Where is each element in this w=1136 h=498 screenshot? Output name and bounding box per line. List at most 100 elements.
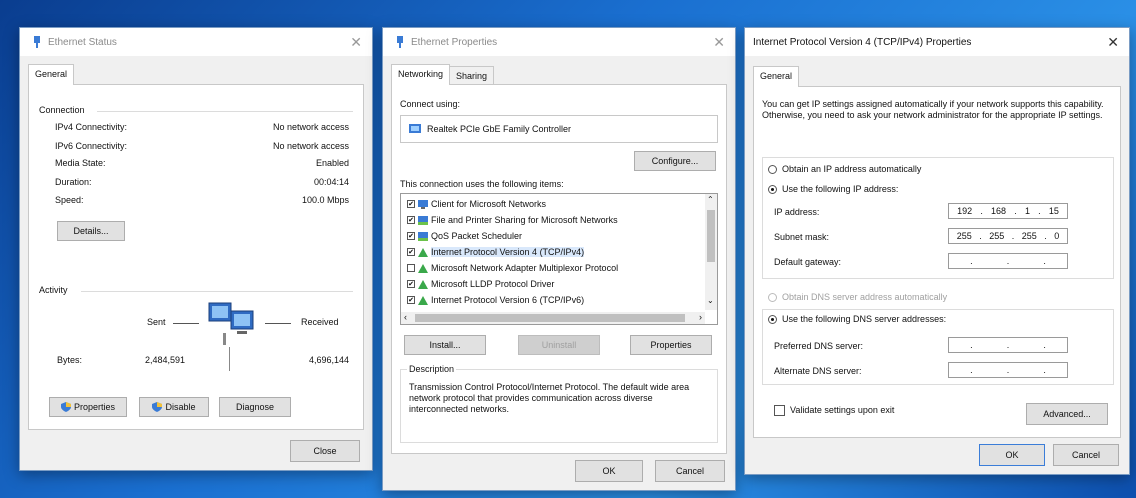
list-item[interactable]: ✔ Microsoft LLDP Protocol Driver (407, 278, 554, 290)
items-list[interactable]: ✔ Client for Microsoft Networks ✔ File a… (400, 193, 718, 325)
manual-dns-radio[interactable] (768, 315, 777, 324)
manual-ip-radio[interactable] (768, 185, 777, 194)
item-label: File and Printer Sharing for Microsoft N… (431, 215, 618, 225)
cancel-button[interactable]: Cancel (655, 460, 725, 482)
bytes-sent-value: 2,484,591 (144, 355, 185, 365)
protocol-icon (418, 263, 428, 273)
checkbox[interactable]: ✔ (407, 280, 415, 288)
scroll-right-icon[interactable]: › (699, 312, 702, 322)
window-title: Ethernet Properties (411, 36, 498, 48)
preferred-dns-field[interactable]: ... (948, 337, 1068, 353)
horizontal-scrollbar[interactable]: ‹ › (401, 312, 705, 324)
list-item-selected[interactable]: ✔ Internet Protocol Version 4 (TCP/IPv4) (407, 246, 585, 258)
octet-dot: . (980, 206, 983, 216)
sent-label: Sent (147, 317, 166, 327)
list-item[interactable]: ✔ Client for Microsoft Networks (407, 198, 546, 210)
network-client-icon (418, 199, 428, 209)
scroll-down-icon[interactable]: ⌄ (707, 296, 714, 305)
sent-line (173, 323, 199, 324)
ipv4-connectivity-label: IPv4 Connectivity: (55, 122, 128, 132)
connection-group-label: Connection (39, 105, 85, 115)
close-icon[interactable]: ✕ (713, 34, 725, 51)
checkbox[interactable]: ✔ (407, 248, 415, 256)
alternate-dns-field[interactable]: ... (948, 362, 1068, 378)
octet-dot: . (970, 256, 973, 266)
ip-address-field[interactable]: 192. 168. 1. 15 (948, 203, 1068, 219)
cancel-button[interactable]: Cancel (1053, 444, 1119, 466)
title-bar[interactable]: Ethernet Properties ✕ (383, 28, 735, 56)
properties-button[interactable]: Properties (49, 397, 127, 417)
configure-button[interactable]: Configure... (634, 151, 716, 171)
speed-label: Speed: (55, 195, 84, 205)
octet-dot: . (970, 365, 973, 375)
subnet-mask-field[interactable]: 255. 255. 255. 0 (948, 228, 1068, 244)
item-label: Microsoft LLDP Protocol Driver (431, 279, 555, 289)
scroll-left-icon[interactable]: ‹ (404, 312, 407, 322)
properties-button[interactable]: Properties (630, 335, 712, 355)
install-button[interactable]: Install... (404, 335, 486, 355)
octet-dot: . (1043, 340, 1046, 350)
ok-button[interactable]: OK (575, 460, 643, 482)
protocol-icon (418, 279, 428, 289)
connect-using-label: Connect using: (400, 99, 461, 109)
title-bar[interactable]: Internet Protocol Version 4 (TCP/IPv4) P… (745, 28, 1129, 56)
list-item[interactable]: ✔ File and Printer Sharing for Microsoft… (407, 214, 618, 226)
ip-octet: 1 (1024, 206, 1030, 216)
checkbox[interactable]: ✔ (407, 200, 415, 208)
list-item[interactable]: ✔ QoS Packet Scheduler (407, 230, 522, 242)
scroll-thumb[interactable] (707, 210, 715, 262)
tab-general[interactable]: General (28, 64, 75, 85)
validate-checkbox[interactable] (774, 405, 785, 416)
list-item[interactable]: Microsoft Network Adapter Multiplexor Pr… (407, 262, 618, 274)
subnet-label: Subnet mask: (774, 232, 830, 242)
protocol-icon (418, 295, 428, 305)
close-icon[interactable]: ✕ (1107, 34, 1119, 51)
network-service-icon (418, 215, 428, 225)
octet-dot: . (970, 340, 973, 350)
item-label: QoS Packet Scheduler (431, 231, 523, 241)
general-panel: You can get IP settings assigned automat… (753, 86, 1121, 438)
window-title: Ethernet Status (48, 36, 117, 48)
divider (229, 347, 230, 371)
item-label: Internet Protocol Version 6 (TCP/IPv6) (431, 295, 585, 305)
tab-general[interactable]: General (753, 66, 800, 87)
disable-button[interactable]: Disable (139, 397, 209, 417)
ok-button[interactable]: OK (979, 444, 1045, 466)
auto-dns-radio (768, 293, 777, 302)
checkbox[interactable]: ✔ (407, 296, 415, 304)
manual-ip-label[interactable]: Use the following IP address: (782, 184, 898, 194)
validate-label[interactable]: Validate settings upon exit (790, 405, 894, 415)
ip-octet: 168 (991, 206, 1007, 216)
ethernet-icon (34, 36, 40, 48)
checkbox[interactable]: ✔ (407, 232, 415, 240)
scroll-up-icon[interactable]: ⌃ (707, 195, 714, 204)
description-label: Description (407, 364, 457, 374)
checkbox[interactable]: ✔ (407, 216, 415, 224)
ip-octet: 255 (1021, 231, 1037, 241)
details-button[interactable]: Details... (57, 221, 125, 241)
diagnose-button[interactable]: Diagnose (219, 397, 291, 417)
shield-icon (152, 402, 163, 412)
vertical-scrollbar[interactable]: ⌃ ⌄ (705, 194, 717, 310)
title-bar[interactable]: Ethernet Status ✕ (20, 28, 372, 56)
close-button[interactable]: Close (290, 440, 360, 462)
tab-networking[interactable]: Networking (391, 64, 451, 85)
divider (81, 291, 353, 292)
bytes-received-value: 4,696,144 (308, 355, 349, 365)
default-gateway-field[interactable]: ... (948, 253, 1068, 269)
manual-dns-label[interactable]: Use the following DNS server addresses: (782, 314, 946, 324)
item-label: Internet Protocol Version 4 (TCP/IPv4) (431, 247, 585, 257)
close-icon[interactable]: ✕ (350, 34, 362, 51)
octet-dot: . (1043, 365, 1046, 375)
ipv6-connectivity-value: No network access (272, 141, 349, 151)
auto-ip-label[interactable]: Obtain an IP address automatically (782, 164, 921, 174)
items-label: This connection uses the following items… (400, 179, 564, 189)
auto-ip-radio[interactable] (768, 165, 777, 174)
checkbox[interactable] (407, 264, 415, 272)
scroll-thumb[interactable] (415, 314, 685, 322)
tab-sharing[interactable]: Sharing (449, 66, 495, 85)
list-item[interactable]: ✔ Internet Protocol Version 6 (TCP/IPv6) (407, 294, 584, 306)
ip-octet: 255 (956, 231, 972, 241)
advanced-button[interactable]: Advanced... (1026, 403, 1108, 425)
intro-text: You can get IP settings assigned automat… (762, 99, 1104, 120)
